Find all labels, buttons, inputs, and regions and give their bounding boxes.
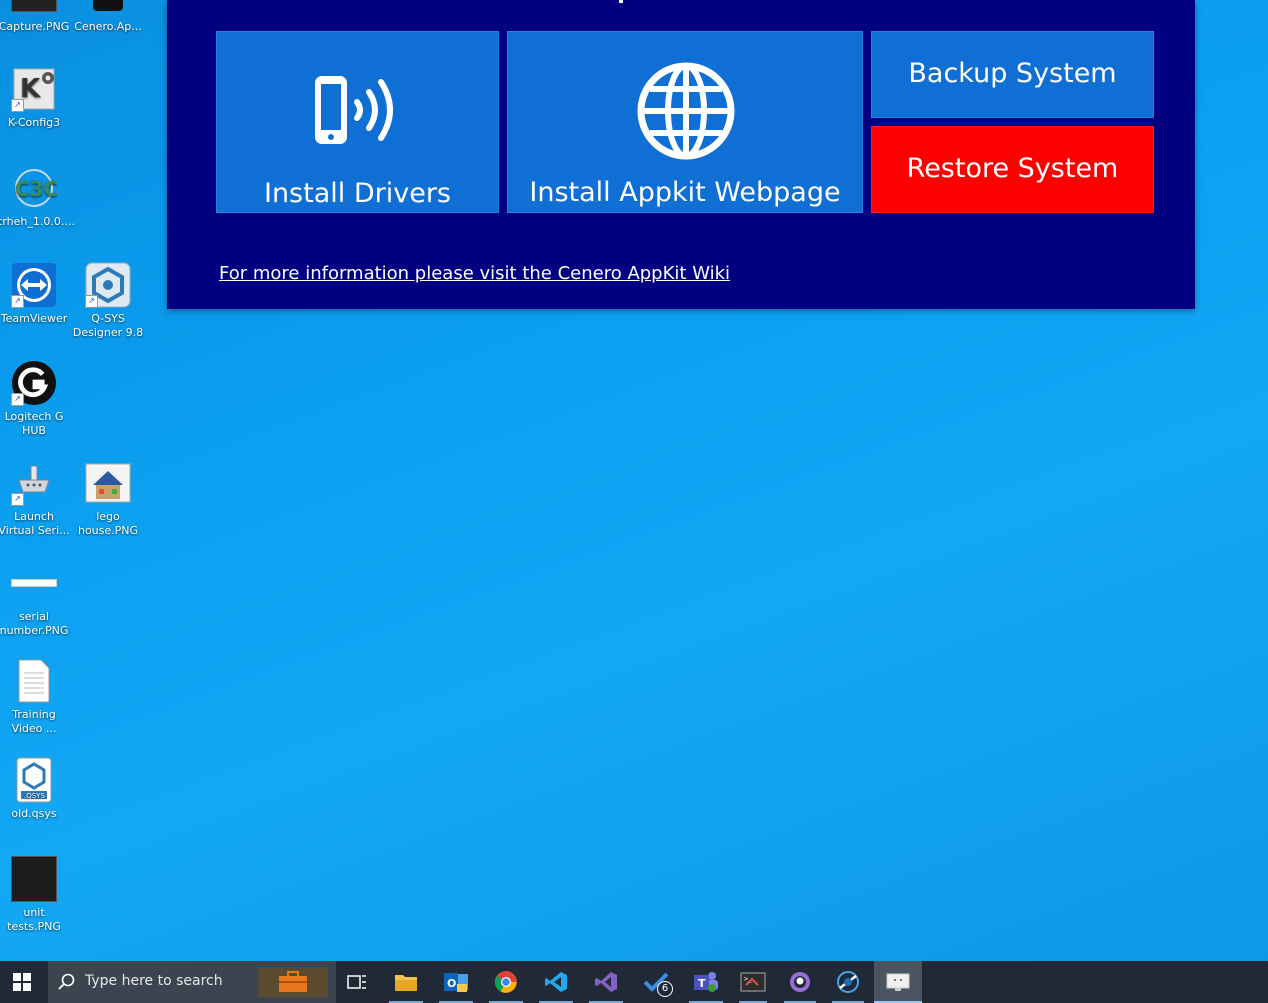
github-desktop-button[interactable]	[778, 961, 822, 1003]
windows-logo-icon	[13, 973, 31, 991]
teamviewer-icon: ↗	[11, 262, 57, 308]
todo-button[interactable]: 6	[633, 961, 679, 1003]
image-file-icon	[11, 560, 57, 606]
snipping-tool-button[interactable]: >_	[733, 961, 773, 1003]
c3c-icon: C3C	[11, 165, 57, 211]
image-thumbnail-icon	[85, 460, 131, 506]
image-file-icon	[11, 0, 57, 16]
phone-signal-icon	[315, 76, 393, 144]
task-view-button[interactable]	[338, 961, 376, 1003]
vscode-button[interactable]	[533, 961, 579, 1003]
vscode-icon	[545, 972, 567, 992]
svg-text:.QSYS: .QSYS	[24, 792, 45, 800]
install-webpage-label: Install Appkit Webpage	[529, 177, 841, 208]
install-drivers-button[interactable]: Install Drivers	[216, 31, 499, 213]
taskbar: Type here to search O 6 T >_	[0, 961, 1268, 1003]
text-document-icon	[11, 658, 57, 704]
install-drivers-label: Install Drivers	[263, 178, 451, 209]
svg-text:O: O	[447, 977, 456, 990]
desktop-icon-logitech[interactable]: ↗ Logitech G HUB	[0, 360, 70, 438]
search-placeholder: Type here to search	[85, 973, 223, 989]
shortcut-arrow-icon: ↗	[11, 493, 24, 506]
remote-desktop-button[interactable]	[874, 961, 922, 1003]
teams-icon: T	[694, 972, 718, 992]
file-explorer-button[interactable]	[383, 961, 429, 1003]
svg-text:T: T	[698, 977, 706, 990]
serial-port-icon: ↗	[11, 460, 57, 506]
taskbar-search-box[interactable]: Type here to search	[48, 961, 336, 1003]
svg-text:C3C: C3C	[15, 177, 57, 201]
teams-button[interactable]: T	[683, 961, 729, 1003]
chrome-icon	[494, 971, 517, 993]
app-icon	[85, 0, 131, 16]
desktop-icon-cenero[interactable]: Cenero.Ap...	[72, 0, 144, 34]
desktop-icon-training-video[interactable]: Training Video ...	[0, 658, 70, 736]
restore-system-label: Restore System	[906, 153, 1119, 184]
briefcase-icon	[258, 967, 328, 997]
start-button[interactable]	[0, 961, 44, 1003]
visual-studio-icon	[595, 972, 617, 992]
qsys-icon: ↗	[85, 262, 131, 308]
kramer-icon: K ↗	[11, 66, 57, 112]
logitech-g-icon: ↗	[11, 360, 57, 406]
title-fragment	[619, 0, 623, 3]
chrome-button[interactable]	[483, 961, 529, 1003]
shortcut-arrow-icon: ↗	[11, 99, 24, 112]
desktop-icon-unit-tests[interactable]: unit tests.PNG	[0, 856, 70, 934]
install-webpage-button[interactable]: Install Appkit Webpage	[507, 31, 863, 213]
desktop-icon-teamviewer[interactable]: ↗ TeamViewer	[0, 262, 70, 326]
shortcut-arrow-icon: ↗	[11, 295, 24, 308]
snipping-icon: >_	[740, 972, 766, 992]
outlook-icon: O	[444, 973, 468, 992]
file-explorer-icon	[395, 975, 417, 991]
appkit-wiki-link[interactable]: For more information please visit the Ce…	[219, 263, 730, 284]
appkit-window: Install Drivers Install Appkit Webpage B…	[167, 0, 1195, 309]
backup-system-button[interactable]: Backup System	[871, 31, 1154, 118]
desktop-icon-trheh[interactable]: C3C trheh_1.0.0....	[0, 165, 75, 229]
outlook-button[interactable]: O	[433, 961, 479, 1003]
desktop-icon-qsys-designer[interactable]: ↗ Q-SYS Designer 9.8	[72, 262, 144, 340]
globe-icon	[637, 62, 735, 160]
visual-studio-button[interactable]	[583, 961, 629, 1003]
desktop-icon-launch-virtual-serial[interactable]: ↗ Launch Virtual Seri...	[0, 460, 70, 538]
remote-desktop-icon	[886, 973, 910, 991]
image-file-icon	[11, 856, 57, 902]
shortcut-arrow-icon: ↗	[85, 295, 98, 308]
desktop-icon-serial-number[interactable]: serial number.PNG	[0, 560, 70, 638]
notification-badge: 6	[657, 981, 673, 997]
desktop-icon-capture[interactable]: Capture.PNG	[0, 0, 70, 34]
network-icon	[837, 971, 859, 993]
desktop-icon-old-qsys[interactable]: .QSYS old.qsys	[0, 757, 70, 821]
backup-system-label: Backup System	[908, 58, 1117, 89]
desktop-icon-kconfig[interactable]: K ↗ K-Config3	[0, 66, 70, 130]
github-icon	[790, 972, 810, 992]
qsys-file-icon: .QSYS	[11, 757, 57, 803]
task-view-icon	[347, 975, 366, 989]
shortcut-arrow-icon: ↗	[11, 393, 24, 406]
search-icon	[58, 973, 75, 990]
network-tool-button[interactable]	[826, 961, 870, 1003]
desktop-icon-lego-house[interactable]: lego house.PNG	[72, 460, 144, 538]
restore-system-button[interactable]: Restore System	[871, 126, 1154, 213]
svg-text:>_: >_	[744, 975, 753, 983]
